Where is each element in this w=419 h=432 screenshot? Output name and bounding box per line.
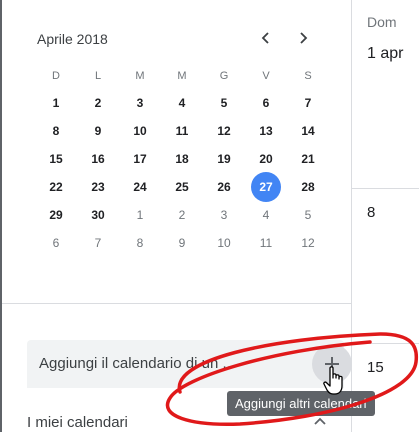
day-of-week-label: Dom [367,14,397,30]
day-cell[interactable]: 4 [161,89,203,117]
weekday-label: S [304,70,312,82]
day-cell[interactable]: 13 [245,117,287,145]
day-cell[interactable]: 7 [287,89,329,117]
week-row: 29 30 1 2 3 4 5 [35,201,329,229]
day-cell-next-month[interactable]: 9 [161,229,203,257]
week-row: 1 2 3 4 5 6 7 [35,89,329,117]
sunday-column: Dom 1 apr 8 15 [352,0,419,432]
my-calendars-heading[interactable]: I miei calendari [27,414,128,431]
day-cell[interactable]: 29 [35,201,77,229]
weekday-label: G [219,70,229,82]
day-cell[interactable]: 1 [35,89,77,117]
day-cell[interactable]: 6 [245,89,287,117]
day-cell[interactable]: 14 [287,117,329,145]
day-cell[interactable]: 22 [35,173,77,201]
day-cell-next-month[interactable]: 3 [203,201,245,229]
weekday-header-row: D L M M G V S [35,63,329,89]
day-cell-next-month[interactable]: 2 [161,201,203,229]
day-cell-next-month[interactable]: 12 [287,229,329,257]
week-divider [352,188,419,189]
week-row: 22 23 24 25 26 27 28 [35,172,329,202]
day-cell[interactable]: 19 [203,145,245,173]
day-cell[interactable]: 16 [77,145,119,173]
mini-calendar-grid: D L M M G V S 1 2 3 4 5 6 7 8 9 10 11 12… [35,63,329,257]
day-cell-next-month[interactable]: 1 [119,201,161,229]
day-cell[interactable]: 28 [287,173,329,201]
day-date-label[interactable]: 8 [367,204,375,221]
day-cell[interactable]: 20 [245,145,287,173]
hand-pointer-icon [323,366,343,395]
section-divider [2,303,351,304]
day-date-label[interactable]: 15 [367,359,384,376]
add-calendar-input[interactable]: Aggiungi il calendario di un ... [39,355,301,372]
day-cell[interactable]: 24 [119,173,161,201]
chevron-left-icon [261,32,269,44]
day-cell-next-month[interactable]: 8 [119,229,161,257]
day-cell[interactable]: 9 [77,117,119,145]
week-row: 15 16 17 18 19 20 21 [35,145,329,173]
weekday-label: M [177,70,187,82]
weekday-label: D [52,70,60,82]
day-cell-next-month[interactable]: 4 [245,201,287,229]
chevron-right-icon [300,32,308,44]
day-cell[interactable]: 23 [77,173,119,201]
week-row: 8 9 10 11 12 13 14 [35,117,329,145]
day-cell[interactable]: 30 [77,201,119,229]
weekday-label: V [262,70,270,82]
add-calendar-tooltip: Aggiungi altri calendari [227,391,375,416]
day-cell[interactable]: 25 [161,173,203,201]
chevron-up-icon[interactable] [312,414,328,428]
day-cell[interactable]: 3 [119,89,161,117]
day-cell[interactable]: 26 [203,173,245,201]
previous-month-button[interactable] [250,22,282,54]
weekday-label: L [94,70,102,82]
day-cell[interactable]: 8 [35,117,77,145]
day-cell[interactable]: 2 [77,89,119,117]
day-cell[interactable]: 12 [203,117,245,145]
day-cell-next-month[interactable]: 7 [77,229,119,257]
day-cell[interactable]: 21 [287,145,329,173]
day-cell-next-month[interactable]: 6 [35,229,77,257]
day-date-label[interactable]: 1 apr [367,45,403,63]
add-calendar-field[interactable]: Aggiungi il calendario di un ... [27,340,352,388]
day-cell-next-month[interactable]: 10 [203,229,245,257]
day-cell[interactable]: 11 [161,117,203,145]
week-divider [352,343,419,344]
today-marker: 27 [251,172,281,202]
weekday-label: M [135,70,145,82]
day-cell[interactable]: 5 [203,89,245,117]
day-cell[interactable]: 18 [161,145,203,173]
sidebar: Aprile 2018 D L M M G V S 1 2 3 4 5 6 7 … [2,0,352,432]
mini-calendar-month-title: Aprile 2018 [37,31,108,47]
day-cell[interactable]: 17 [119,145,161,173]
week-row: 6 7 8 9 10 11 12 [35,229,329,257]
day-cell[interactable]: 15 [35,145,77,173]
today-day-cell[interactable]: 27 [245,172,287,202]
day-cell[interactable]: 10 [119,117,161,145]
day-cell-next-month[interactable]: 11 [245,229,287,257]
next-month-button[interactable] [287,22,319,54]
day-cell-next-month[interactable]: 5 [287,201,329,229]
